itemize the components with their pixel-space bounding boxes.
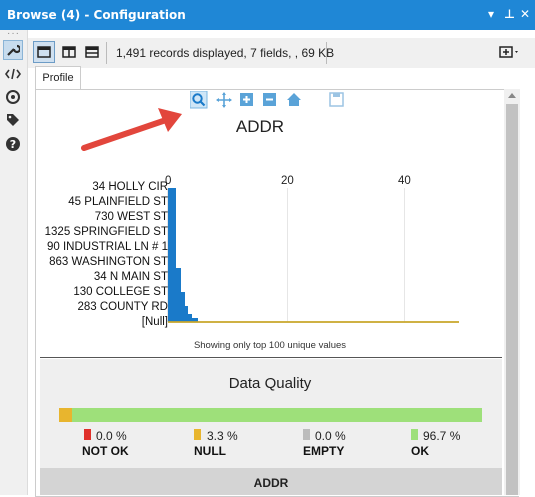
category-label: [Null] [141, 316, 168, 328]
category-label: 45 PLAINFIELD ST [68, 196, 168, 208]
legend-swatch-empty [303, 429, 310, 440]
x-tick-label: 20 [281, 175, 294, 187]
category-label: 130 COLLEGE ST [73, 286, 168, 298]
records-status: 1,491 records displayed, 7 fields, , 69 … [116, 46, 335, 60]
bar-blue [168, 188, 176, 322]
data-quality-title: Data Quality [228, 375, 312, 392]
svg-text:?: ? [10, 138, 16, 151]
zoom-in-icon[interactable] [240, 93, 253, 106]
window-titlebar: Browse (4) - Configuration ▾ ⊥ ✕ [0, 0, 535, 30]
legend-swatch-not-ok [84, 429, 91, 440]
wrench-icon[interactable] [3, 40, 23, 60]
legend-label-null: NULL [194, 444, 226, 458]
legend-pct-ok: 96.7 % [423, 429, 461, 443]
legend-label-not-ok: NOT OK [82, 444, 129, 458]
home-icon[interactable] [287, 93, 301, 106]
category-label: 283 COUNTY RD [77, 301, 168, 313]
window-title: Browse (4) - Configuration [7, 8, 186, 22]
category-label: 34 N MAIN ST [93, 271, 168, 283]
bar-blue [188, 314, 192, 322]
toolbar-separator [106, 42, 107, 64]
category-label: 730 WEST ST [94, 211, 168, 223]
legend-swatch-ok [411, 429, 418, 440]
category-label: 34 HOLLY CIR [92, 181, 168, 193]
chart-toolbar [190, 91, 344, 109]
tab-profile[interactable]: Profile [35, 66, 81, 91]
section-divider [40, 357, 502, 358]
chart-title: ADDR [235, 117, 285, 136]
pan-icon[interactable] [216, 92, 232, 108]
help-icon[interactable]: ? [3, 134, 23, 154]
category-label: 90 INDUSTRIAL LN # 1 [46, 241, 168, 253]
split-vertical-icon[interactable] [58, 41, 80, 63]
code-icon[interactable] [3, 64, 23, 84]
quality-bar-null [59, 408, 72, 422]
field-header-label: ADDR [253, 476, 289, 490]
legend-label-empty: EMPTY [303, 444, 345, 458]
scrollbar-thumb[interactable] [506, 104, 518, 495]
close-icon[interactable]: ✕ [520, 7, 530, 21]
add-view-dropdown-icon[interactable] [496, 41, 524, 63]
connection-icon[interactable] [3, 87, 23, 107]
bar-blue [176, 268, 181, 322]
zoom-icon[interactable] [190, 91, 208, 109]
browse-toolbar: 1,491 records displayed, 7 fields, , 69 … [28, 38, 535, 68]
bar-blue [185, 306, 188, 322]
scroll-up-icon[interactable] [508, 93, 516, 98]
split-horizontal-icon[interactable] [81, 41, 103, 63]
bar-blue [181, 292, 185, 322]
tag-icon[interactable] [3, 110, 23, 130]
drag-handle[interactable]: ··· [7, 28, 20, 39]
legend-swatch-null [194, 429, 201, 440]
zoom-out-icon[interactable] [263, 93, 276, 106]
pin-icon[interactable]: ⊥ [504, 7, 515, 21]
x-tick-label: 40 [398, 175, 411, 187]
save-icon[interactable] [329, 92, 344, 107]
chart-plot-area [167, 188, 459, 323]
toolbar-separator [326, 42, 327, 64]
category-label: 863 WASHINGTON ST [49, 256, 168, 268]
legend-pct-empty: 0.0 % [315, 429, 346, 443]
dropdown-icon[interactable]: ▾ [488, 7, 494, 21]
legend-label-ok: OK [411, 444, 429, 458]
field-header: ADDR [40, 468, 502, 495]
legend-pct-null: 3.3 % [207, 429, 238, 443]
category-label: 1325 SPRINGFIELD ST [44, 226, 168, 238]
single-view-icon[interactable] [33, 41, 55, 63]
chart-note: Showing only top 100 unique values [193, 340, 347, 351]
legend-pct-not-ok: 0.0 % [96, 429, 127, 443]
annotation-arrow-icon [81, 108, 182, 151]
left-toolbar: ··· ? [0, 28, 28, 495]
quality-bar-ok [72, 408, 482, 422]
